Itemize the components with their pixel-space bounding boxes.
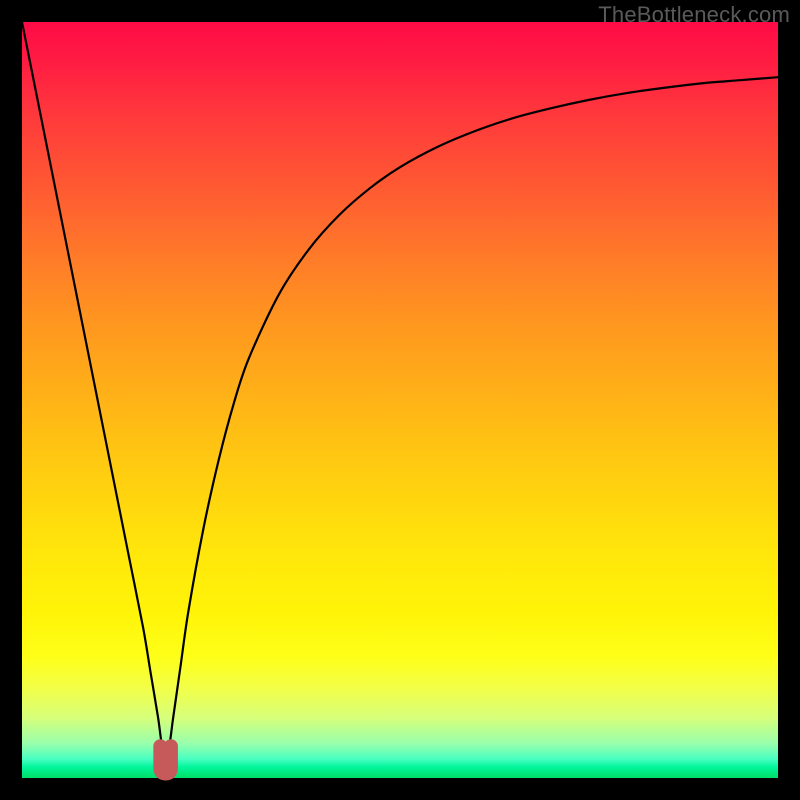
chart-svg	[22, 22, 778, 778]
optimal-marker	[160, 746, 171, 773]
bottleneck-curve-line	[22, 22, 778, 751]
